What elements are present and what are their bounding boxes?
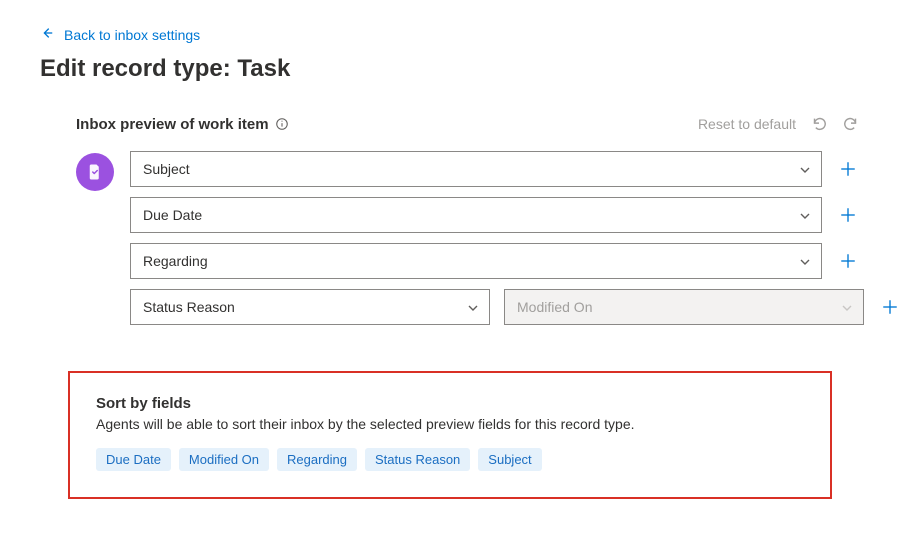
field-select[interactable]: Status Reason [130, 289, 490, 325]
arrow-left-icon [40, 26, 54, 43]
field-select-label: Status Reason [143, 299, 235, 315]
sort-by-fields-panel: Sort by fields Agents will be able to so… [68, 371, 832, 499]
field-select[interactable]: Regarding [130, 243, 822, 279]
undo-icon[interactable] [810, 115, 828, 133]
back-link[interactable]: Back to inbox settings [40, 26, 200, 43]
chevron-down-icon [799, 163, 811, 175]
preview-row: Status Reason Modified On [130, 289, 860, 325]
field-select-label: Modified On [517, 299, 592, 315]
field-select-label: Due Date [143, 207, 202, 223]
sort-field-chip[interactable]: Subject [478, 448, 541, 471]
record-type-icon [76, 153, 114, 191]
preview-row: Due Date [130, 197, 860, 233]
preview-row: Subject [130, 151, 860, 187]
reset-to-default-button[interactable]: Reset to default [698, 116, 796, 132]
info-icon[interactable] [275, 117, 289, 131]
chevron-down-icon [467, 301, 479, 313]
add-field-button[interactable] [836, 151, 860, 187]
field-select: Modified On [504, 289, 864, 325]
field-select[interactable]: Subject [130, 151, 822, 187]
field-select[interactable]: Due Date [130, 197, 822, 233]
field-select-label: Subject [143, 161, 190, 177]
page-title: Edit record type: Task [40, 55, 860, 83]
field-select-label: Regarding [143, 253, 208, 269]
redo-icon[interactable] [842, 115, 860, 133]
add-field-button[interactable] [878, 289, 900, 325]
sort-field-chip[interactable]: Regarding [277, 448, 357, 471]
sort-field-chip[interactable]: Due Date [96, 448, 171, 471]
back-link-label: Back to inbox settings [64, 27, 200, 43]
sort-field-chip[interactable]: Status Reason [365, 448, 470, 471]
add-field-button[interactable] [836, 243, 860, 279]
sort-field-chip[interactable]: Modified On [179, 448, 269, 471]
preview-heading-label: Inbox preview of work item [76, 116, 269, 133]
sort-description: Agents will be able to sort their inbox … [96, 416, 804, 432]
add-field-button[interactable] [836, 197, 860, 233]
preview-heading: Inbox preview of work item [76, 116, 289, 133]
chevron-down-icon [841, 301, 853, 313]
sort-title: Sort by fields [96, 395, 804, 412]
chevron-down-icon [799, 209, 811, 221]
chevron-down-icon [799, 255, 811, 267]
preview-row: Regarding [130, 243, 860, 279]
